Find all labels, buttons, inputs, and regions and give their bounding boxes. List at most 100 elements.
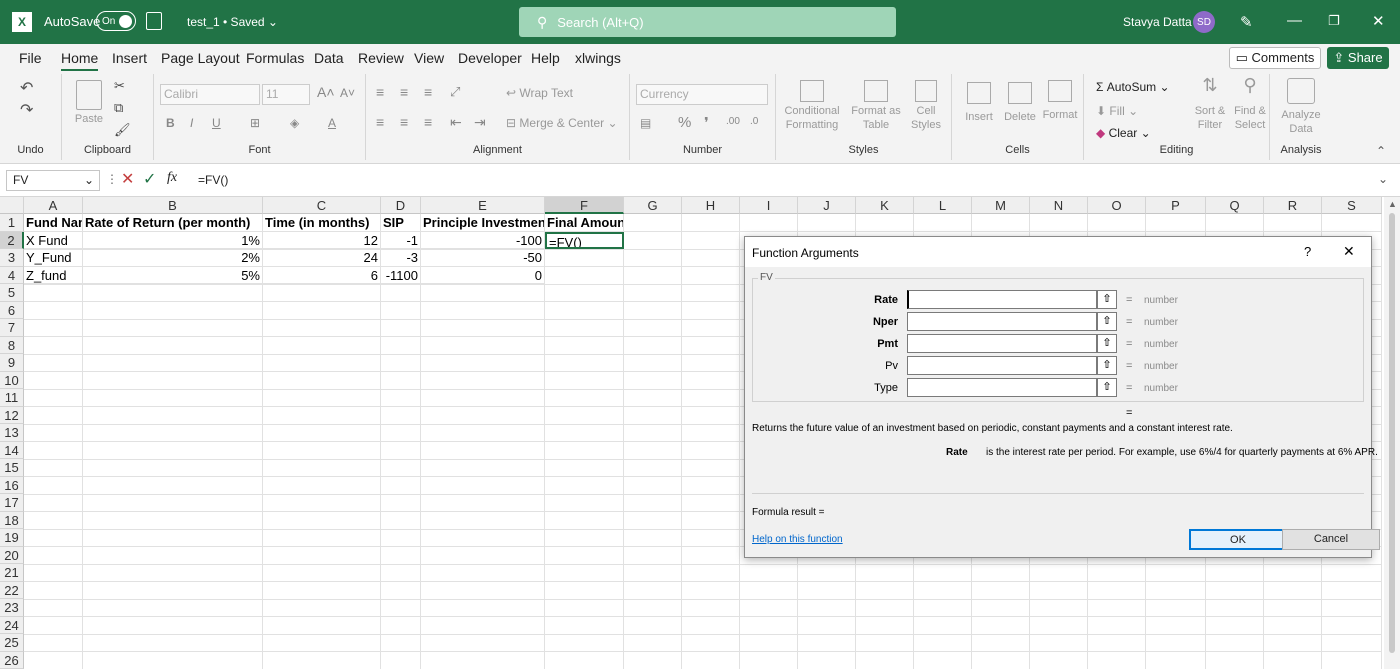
format-as-table-button[interactable]: Format as Table: [848, 80, 904, 132]
format-cells-button[interactable]: Format: [1040, 80, 1080, 122]
cell-d2[interactable]: -1: [381, 231, 421, 249]
row-header[interactable]: 17: [0, 494, 24, 512]
font-color-icon[interactable]: A: [328, 116, 336, 130]
autosave-toggle[interactable]: On: [96, 11, 136, 31]
col-header-q[interactable]: Q: [1206, 197, 1264, 214]
align-bottom-icon[interactable]: ≡: [424, 84, 432, 100]
row-header[interactable]: 25: [0, 634, 24, 652]
cell-a1[interactable]: Fund Nam: [24, 214, 83, 232]
cell-b3[interactable]: 2%: [83, 249, 263, 267]
row-header[interactable]: 22: [0, 581, 24, 599]
col-header-n[interactable]: N: [1030, 197, 1088, 214]
tab-page-layout[interactable]: Page Layout: [161, 50, 240, 66]
cell-a3[interactable]: Y_Fund: [24, 249, 83, 267]
col-header-d[interactable]: D: [381, 197, 421, 214]
conditional-formatting-button[interactable]: Conditional Formatting: [782, 80, 842, 132]
row-header[interactable]: 10: [0, 371, 24, 389]
cell-a4[interactable]: Z_fund: [24, 266, 83, 284]
row-header[interactable]: 6: [0, 301, 24, 319]
cell-d4[interactable]: -1100: [381, 266, 421, 284]
scroll-thumb[interactable]: [1389, 213, 1395, 653]
cell-d3[interactable]: -3: [381, 249, 421, 267]
clear-button[interactable]: ◆ Clear ⌄: [1096, 126, 1151, 140]
name-box[interactable]: FV ⌄: [6, 170, 100, 191]
row-header[interactable]: 9: [0, 354, 24, 372]
row-header[interactable]: 24: [0, 616, 24, 634]
cell-b1[interactable]: Rate of Return (per month): [83, 214, 263, 232]
wrap-text-button[interactable]: ↩ Wrap Text: [506, 86, 573, 100]
number-format-select[interactable]: Currency: [636, 84, 768, 105]
col-header-j[interactable]: J: [798, 197, 856, 214]
tab-file[interactable]: File: [19, 50, 42, 66]
cell-a2[interactable]: X Fund: [24, 231, 83, 249]
row-header[interactable]: 26: [0, 651, 24, 669]
comments-button[interactable]: ▭ Comments: [1229, 47, 1321, 69]
col-header-a[interactable]: A: [24, 197, 83, 214]
row-header[interactable]: 18: [0, 511, 24, 529]
arg-input-rate[interactable]: [907, 290, 1097, 309]
collapse-dialog-icon[interactable]: ⇧: [1097, 378, 1117, 397]
ok-button[interactable]: OK: [1189, 529, 1287, 550]
row-header[interactable]: 5: [0, 284, 24, 302]
percent-icon[interactable]: %: [678, 114, 691, 131]
row-header[interactable]: 20: [0, 546, 24, 564]
cell-e4[interactable]: 0: [421, 266, 545, 284]
help-link[interactable]: Help on this function: [752, 534, 843, 545]
row-header[interactable]: 8: [0, 336, 24, 354]
cell-styles-button[interactable]: Cell Styles: [906, 80, 946, 132]
row-header[interactable]: 23: [0, 599, 24, 617]
insert-function-icon[interactable]: fx: [167, 170, 177, 186]
cell-c3[interactable]: 24: [263, 249, 381, 267]
cell-c2[interactable]: 12: [263, 231, 381, 249]
increase-font-icon[interactable]: A˄: [317, 84, 335, 100]
vertical-scrollbar[interactable]: ▲: [1384, 197, 1400, 669]
tab-help[interactable]: Help: [531, 50, 560, 66]
formula-input[interactable]: =FV(): [190, 170, 1370, 191]
tab-insert[interactable]: Insert: [112, 50, 147, 66]
arg-input-type[interactable]: [907, 378, 1097, 397]
col-header-r[interactable]: R: [1264, 197, 1322, 214]
col-header-k[interactable]: K: [856, 197, 914, 214]
collapse-dialog-icon[interactable]: ⇧: [1097, 290, 1117, 309]
row-header[interactable]: 1: [0, 214, 24, 232]
cell-c4[interactable]: 6: [263, 266, 381, 284]
collapse-dialog-icon[interactable]: ⇧: [1097, 334, 1117, 353]
select-all-corner[interactable]: [0, 197, 24, 214]
comma-icon[interactable]: ❜: [704, 114, 709, 132]
copy-icon[interactable]: ⧉: [114, 100, 123, 116]
paste-button[interactable]: Paste: [72, 112, 106, 126]
merge-center-button[interactable]: ⊟ Merge & Center ⌄: [506, 116, 618, 130]
align-top-icon[interactable]: ≡: [376, 84, 384, 100]
format-painter-icon[interactable]: 🖌: [114, 122, 131, 138]
arg-input-pv[interactable]: [907, 356, 1097, 375]
tab-home[interactable]: Home: [61, 50, 99, 71]
col-header-c[interactable]: C: [263, 197, 381, 214]
row-header[interactable]: 11: [0, 389, 24, 407]
fill-color-icon[interactable]: ◈: [290, 116, 299, 130]
row-header[interactable]: 2: [0, 231, 24, 249]
increase-indent-icon[interactable]: ⇥: [474, 114, 486, 131]
row-header[interactable]: 12: [0, 406, 24, 424]
row-header[interactable]: 16: [0, 476, 24, 494]
expand-formula-icon[interactable]: ⌄: [1378, 172, 1388, 186]
enter-icon[interactable]: ✓: [143, 169, 156, 189]
sort-filter-button[interactable]: ⇅ Sort & Filter: [1190, 76, 1230, 132]
collapse-dialog-icon[interactable]: ⇧: [1097, 356, 1117, 375]
col-header-f[interactable]: F: [545, 197, 624, 214]
font-name-select[interactable]: Calibri: [160, 84, 260, 105]
cell-f2-active[interactable]: =FV(): [545, 231, 624, 249]
share-button[interactable]: ⇪ Share: [1327, 47, 1389, 69]
cell-c1[interactable]: Time (in months): [263, 214, 381, 232]
scroll-up-icon[interactable]: ▲: [1388, 199, 1397, 209]
col-header-s[interactable]: S: [1322, 197, 1382, 214]
col-header-h[interactable]: H: [682, 197, 740, 214]
tab-formulas[interactable]: Formulas: [246, 50, 304, 66]
collapse-dialog-icon[interactable]: ⇧: [1097, 312, 1117, 331]
align-center-icon[interactable]: ≡: [400, 114, 408, 130]
col-header-o[interactable]: O: [1088, 197, 1146, 214]
cell-e2[interactable]: -100: [421, 231, 545, 249]
col-header-b[interactable]: B: [83, 197, 263, 214]
row-header[interactable]: 13: [0, 424, 24, 442]
undo-icon[interactable]: ↶: [20, 78, 33, 98]
row-header[interactable]: 14: [0, 441, 24, 459]
